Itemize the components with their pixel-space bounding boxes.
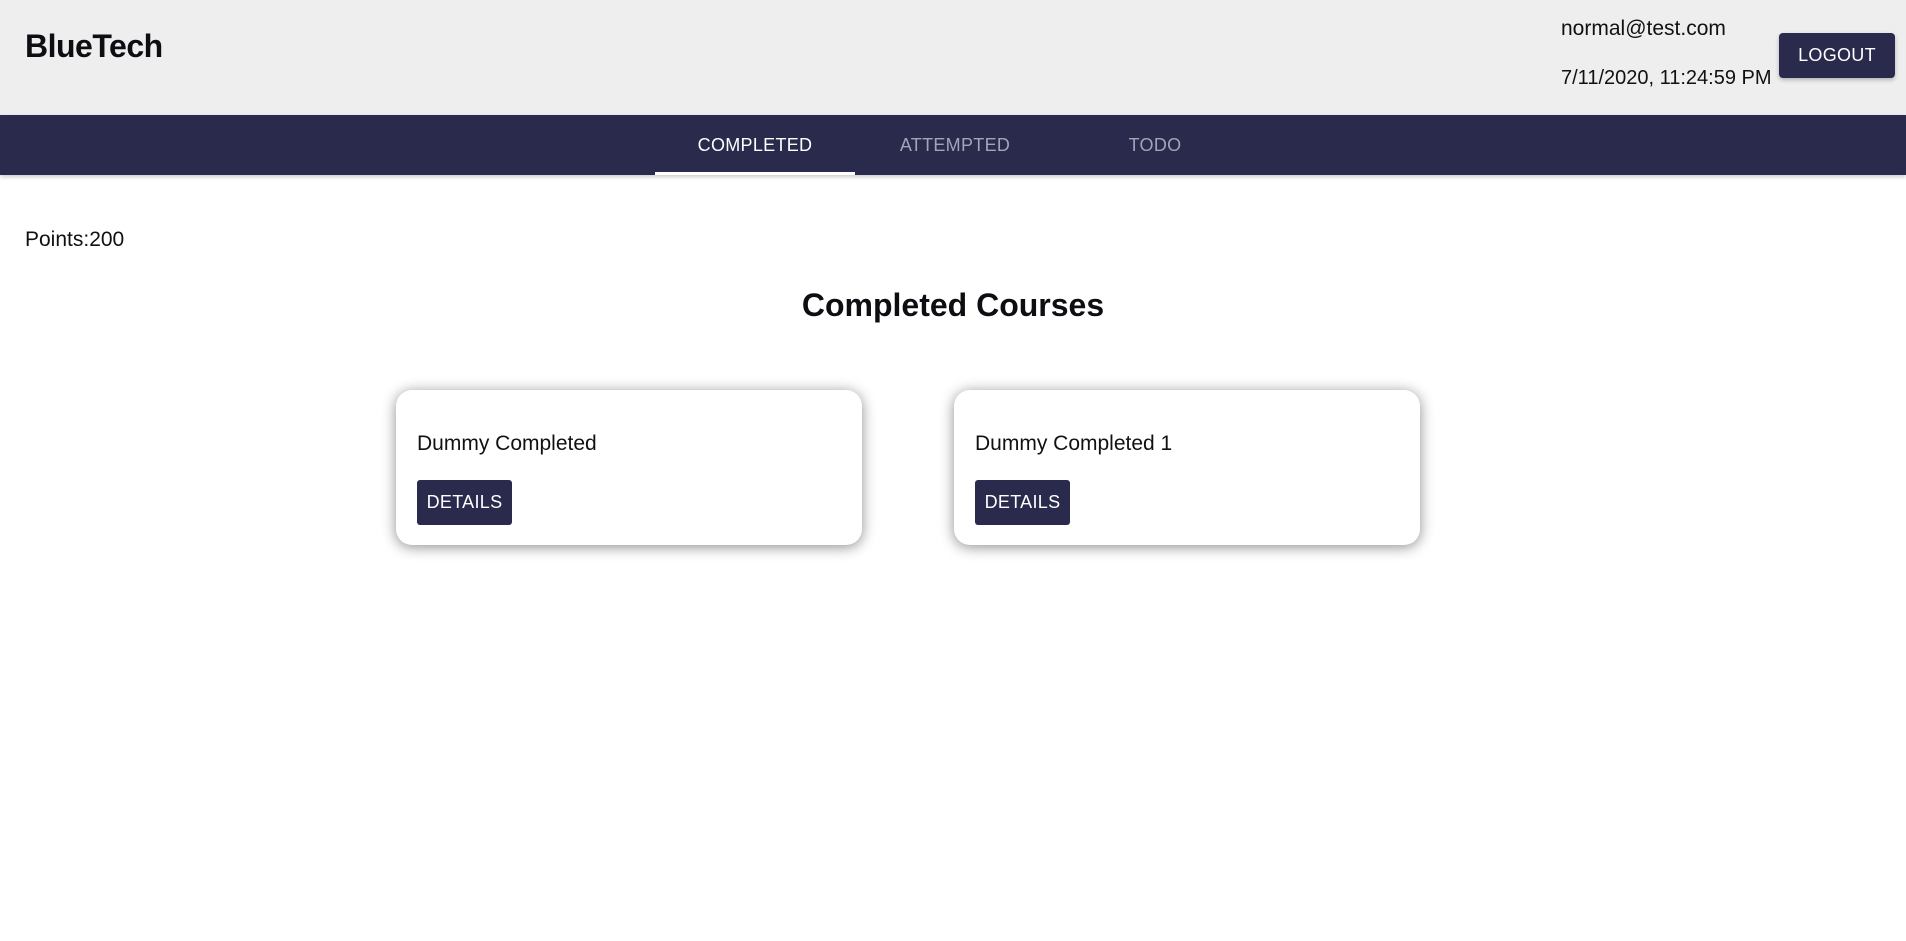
- course-title: Dummy Completed 1: [975, 432, 1173, 455]
- course-title: Dummy Completed: [417, 432, 597, 455]
- points-display: Points:200: [25, 228, 125, 251]
- page-title: Completed Courses: [801, 287, 1105, 323]
- active-tab-indicator: [655, 172, 855, 175]
- user-email: normal@test.com: [1561, 17, 1726, 40]
- tab-attempted[interactable]: ATTEMPTED: [855, 115, 1055, 175]
- course-card: Dummy Completed DETAILS: [396, 390, 862, 545]
- details-button[interactable]: DETAILS: [417, 480, 512, 525]
- details-button[interactable]: DETAILS: [975, 480, 1070, 525]
- tab-completed[interactable]: COMPLETED: [655, 115, 855, 175]
- top-header: BlueTech normal@test.com 7/11/2020, 11:2…: [0, 0, 1906, 115]
- logout-button[interactable]: LOGOUT: [1779, 33, 1895, 78]
- course-card: Dummy Completed 1 DETAILS: [954, 390, 1420, 545]
- tab-bar: COMPLETED ATTEMPTED TODO: [0, 115, 1906, 175]
- brand-logo[interactable]: BlueTech: [25, 28, 163, 65]
- tab-todo[interactable]: TODO: [1055, 115, 1255, 175]
- current-datetime: 7/11/2020, 11:24:59 PM: [1561, 67, 1772, 89]
